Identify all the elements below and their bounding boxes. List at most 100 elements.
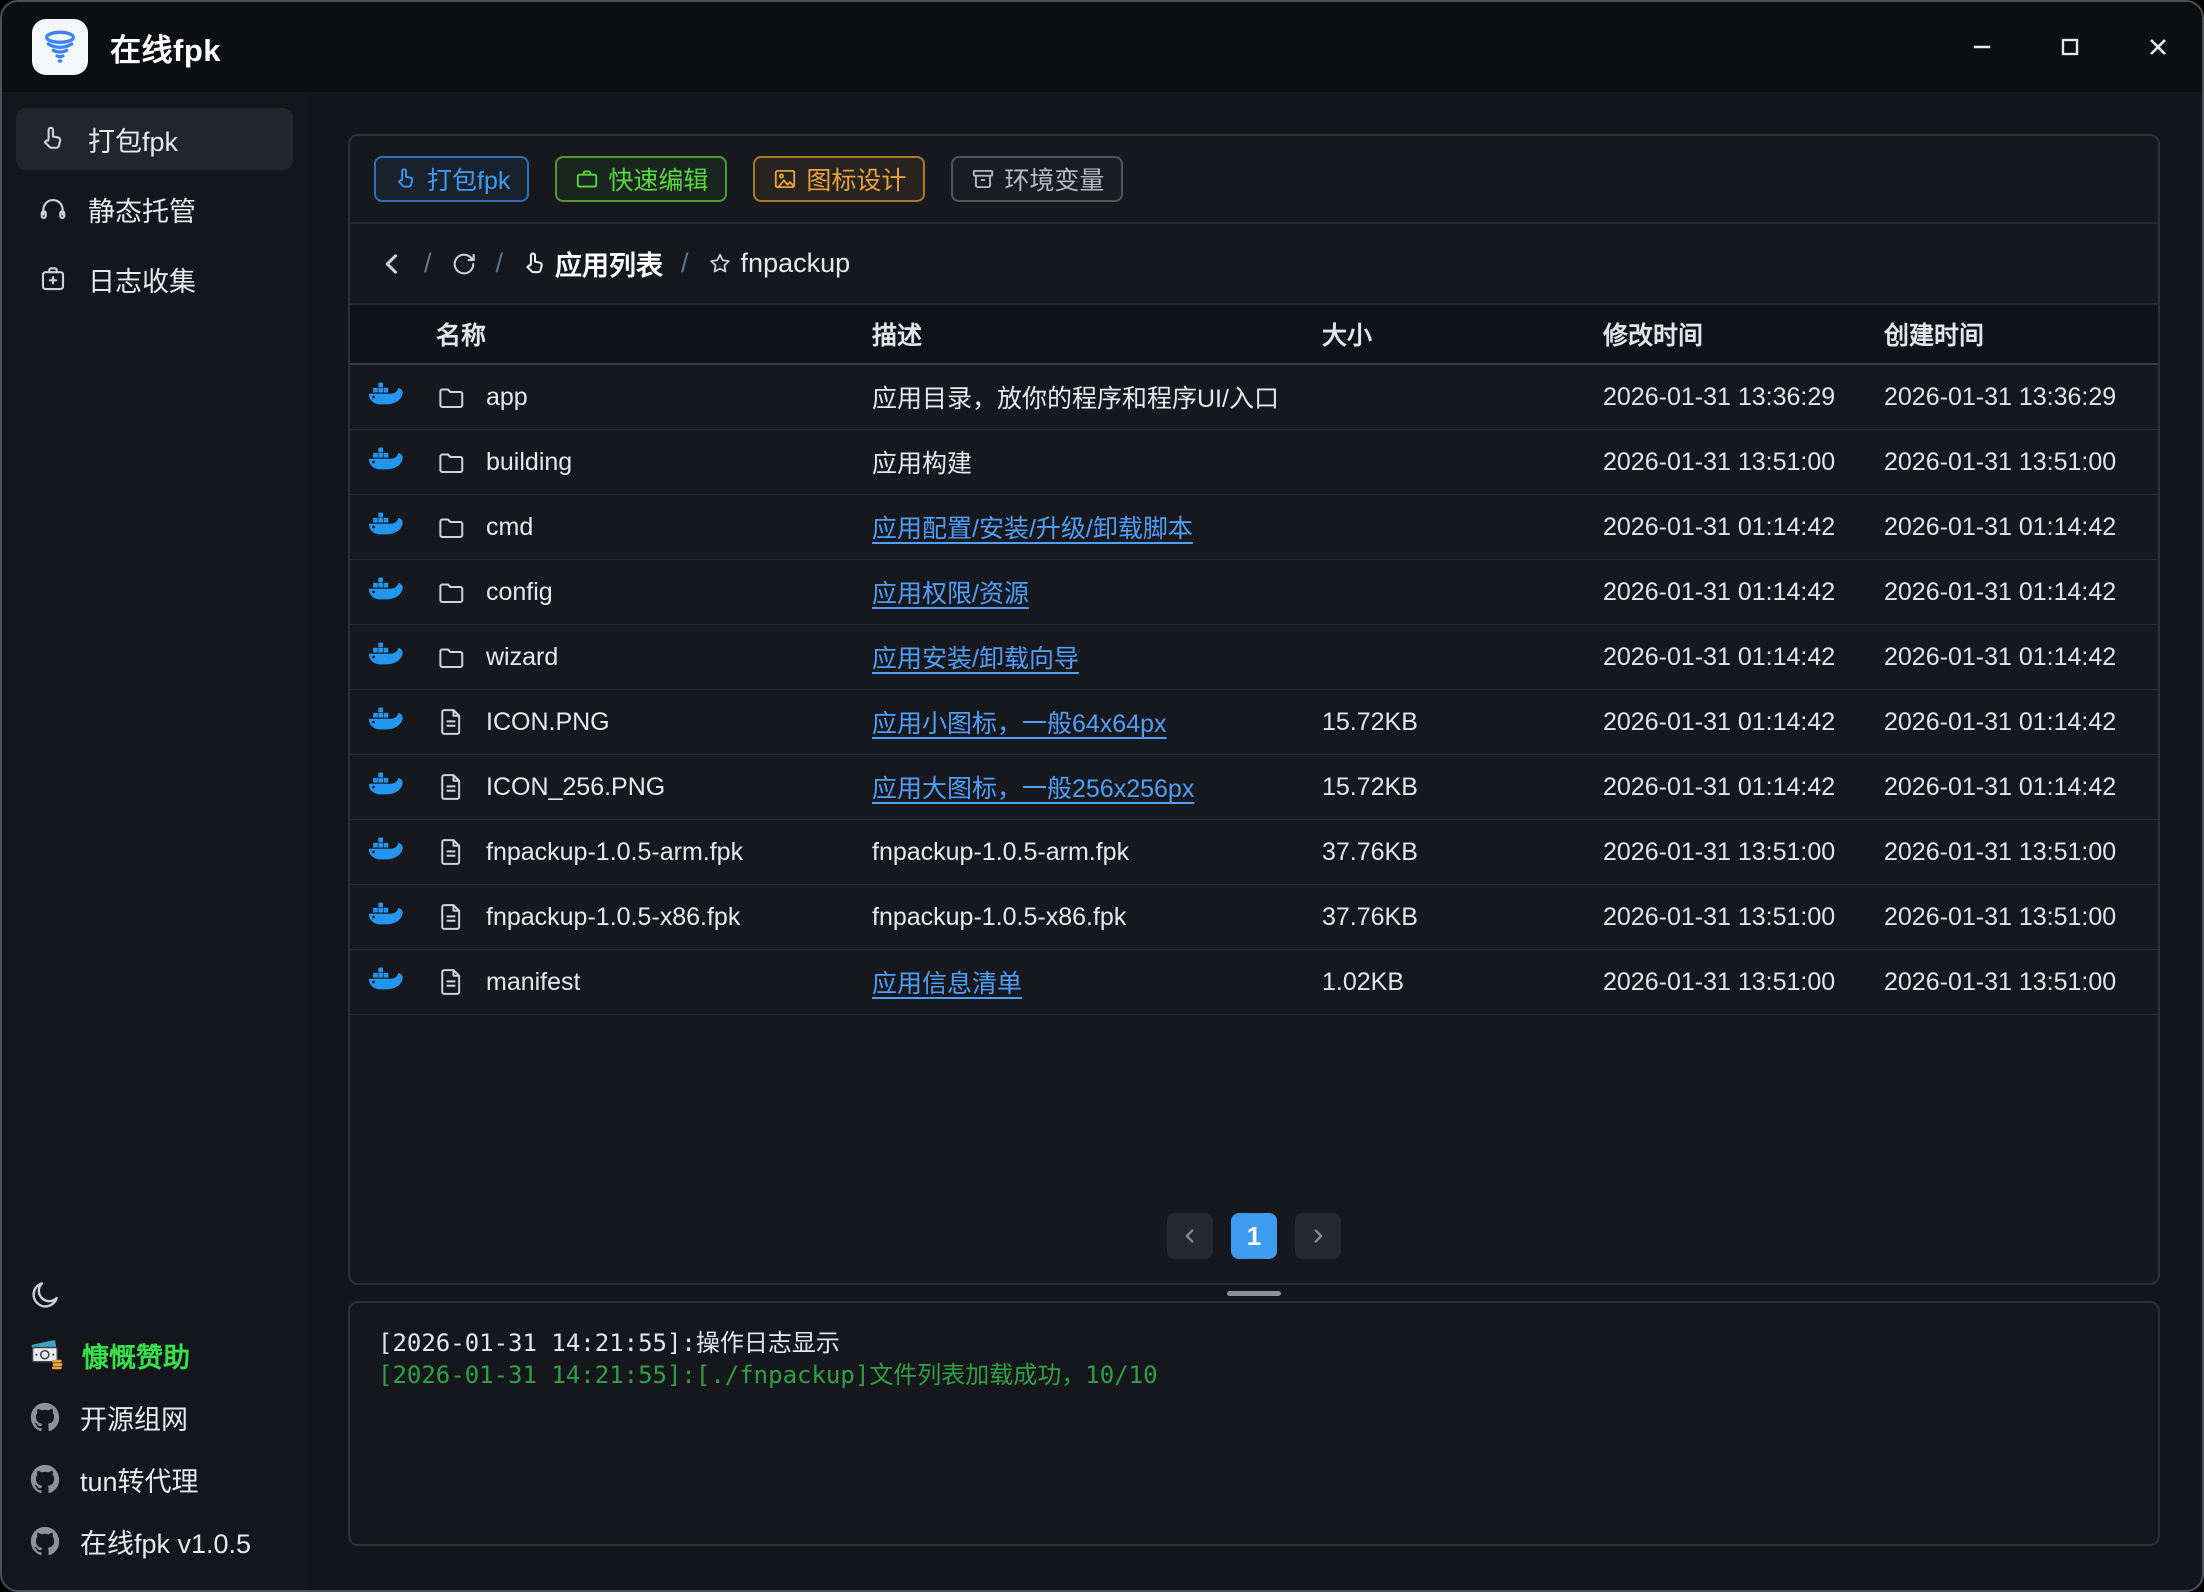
file-name: fnpackup-1.0.5-x86.fpk [486,903,740,932]
maximize-button[interactable] [2026,2,2114,92]
hand-pointer-icon [38,124,68,154]
icon-design-button[interactable]: 图标设计 [753,156,925,202]
column-header-size: 大小 [1322,316,1603,352]
prev-page-button[interactable] [1167,1213,1213,1259]
file-description: 应用构建 [872,450,972,478]
money-icon [28,1337,64,1373]
folder-icon [436,447,466,477]
github-link-version[interactable]: 在线fpk v1.0.5 [16,1510,293,1572]
file-description[interactable]: 应用小图标，一般64x64px [872,710,1167,738]
button-label: 环境变量 [1004,161,1104,197]
file-description[interactable]: 应用安装/卸载向导 [872,645,1079,673]
package-fpk-button[interactable]: 打包fpk [374,156,529,202]
sidebar-item-package-fpk[interactable]: 打包fpk [16,108,293,170]
file-description[interactable]: 应用信息清单 [872,970,1022,998]
modified-time: 2026-01-31 01:14:42 [1603,643,1884,672]
table-row[interactable]: ICON.PNG 应用小图标，一般64x64px 15.72KB 2026-01… [350,690,2158,755]
table-row[interactable]: building 应用构建 2026-01-31 13:51:00 2026-0… [350,430,2158,495]
github-link-label: tun转代理 [80,1460,199,1499]
file-size: 1.02KB [1322,968,1603,997]
table-row[interactable]: config 应用权限/资源 2026-01-31 01:14:42 2026-… [350,560,2158,625]
next-page-button[interactable] [1295,1213,1341,1259]
pagination: 1 [1167,1213,1341,1259]
github-link-tun-proxy[interactable]: tun转代理 [16,1448,293,1510]
docker-whale-icon [368,772,404,802]
modified-time: 2026-01-31 13:36:29 [1603,383,1884,412]
app-window: 在线fpk 打包fpk [0,0,2204,1592]
env-vars-button[interactable]: 环境变量 [951,156,1123,202]
file-description: fnpackup-1.0.5-arm.fpk [872,838,1129,866]
folder-icon [436,382,466,412]
sidebar-item-label: 打包fpk [88,120,178,159]
sidebar-item-log-collect[interactable]: 日志收集 [16,248,293,310]
modified-time: 2026-01-31 01:14:42 [1603,578,1884,607]
file-description[interactable]: 应用权限/资源 [872,580,1029,608]
breadcrumb-current-label: fnpackup [741,248,851,279]
file-name: config [486,578,553,607]
created-time: 2026-01-31 13:51:00 [1884,903,2158,932]
file-description[interactable]: 应用配置/安装/升级/卸载脚本 [872,515,1193,543]
file-icon [436,902,466,932]
column-header-created: 创建时间 [1884,316,2158,352]
log-panel: [2026-01-31 14:21:55]:操作日志显示 [2026-01-31… [348,1301,2160,1546]
theme-toggle-button[interactable] [16,1266,293,1324]
created-time: 2026-01-31 01:14:42 [1884,513,2158,542]
table-row[interactable]: fnpackup-1.0.5-x86.fpk fnpackup-1.0.5-x8… [350,885,2158,950]
docker-whale-icon [368,382,404,412]
file-icon [436,967,466,997]
breadcrumb-current: fnpackup [707,248,851,279]
table-row[interactable]: cmd 应用配置/安装/升级/卸载脚本 2026-01-31 01:14:42 … [350,495,2158,560]
modified-time: 2026-01-31 01:14:42 [1603,708,1884,737]
modified-time: 2026-01-31 01:14:42 [1603,773,1884,802]
file-name: cmd [486,513,533,542]
created-time: 2026-01-31 01:14:42 [1884,643,2158,672]
table-row[interactable]: fnpackup-1.0.5-arm.fpk fnpackup-1.0.5-ar… [350,820,2158,885]
app-version-label: 在线fpk v1.0.5 [80,1522,251,1561]
sidebar: 打包fpk 静态托管 日志收集 [2,92,307,1590]
sidebar-item-static-hosting[interactable]: 静态托管 [16,178,293,240]
quick-edit-button[interactable]: 快速编辑 [555,156,727,202]
created-time: 2026-01-31 01:14:42 [1884,773,2158,802]
log-line: [2026-01-31 14:21:55]:操作日志显示 [378,1327,2130,1359]
docker-whale-icon [368,707,404,737]
created-time: 2026-01-31 13:36:29 [1884,383,2158,412]
refresh-icon[interactable] [450,250,478,278]
breadcrumb-app-list[interactable]: 应用列表 [521,244,663,283]
app-logo-icon [32,19,88,75]
back-icon[interactable] [378,250,406,278]
minimize-icon [1968,33,1996,61]
modified-time: 2026-01-31 13:51:00 [1603,838,1884,867]
page-number-button[interactable]: 1 [1231,1213,1277,1259]
file-icon [436,837,466,867]
table-row[interactable]: manifest 应用信息清单 1.02KB 2026-01-31 13:51:… [350,950,2158,1015]
github-link-network[interactable]: 开源组网 [16,1386,293,1448]
created-time: 2026-01-31 01:14:42 [1884,708,2158,737]
hand-pointer-icon [393,166,419,192]
maximize-icon [2056,33,2084,61]
github-link-label: 开源组网 [80,1398,188,1437]
sponsor-label: 慷慨赞助 [82,1336,190,1375]
close-button[interactable] [2114,2,2202,92]
breadcrumb-app-list-label: 应用列表 [555,244,663,283]
resize-handle[interactable] [1227,1291,1281,1296]
file-description[interactable]: 应用大图标，一般256x256px [872,775,1194,803]
file-name: fnpackup-1.0.5-arm.fpk [486,838,743,867]
sponsor-link[interactable]: 慷慨赞助 [16,1324,293,1386]
toolbar: 打包fpk 快速编辑 [350,136,2158,224]
file-icon [436,707,466,737]
table-row[interactable]: wizard 应用安装/卸载向导 2026-01-31 01:14:42 202… [350,625,2158,690]
close-icon [2144,33,2172,61]
file-name: manifest [486,968,580,997]
created-time: 2026-01-31 01:14:42 [1884,578,2158,607]
minimize-button[interactable] [1938,2,2026,92]
file-size: 15.72KB [1322,773,1603,802]
sidebar-item-label: 日志收集 [88,260,196,299]
table-row[interactable]: ICON_256.PNG 应用大图标，一般256x256px 15.72KB 2… [350,755,2158,820]
column-header-desc: 描述 [872,316,1322,352]
docker-whale-icon [368,837,404,867]
table-row[interactable]: app 应用目录，放你的程序和程序UI/入口 2026-01-31 13:36:… [350,365,2158,430]
window-controls [1938,2,2202,92]
modified-time: 2026-01-31 01:14:42 [1603,513,1884,542]
headphones-icon [38,194,68,224]
archive-icon [970,166,996,192]
